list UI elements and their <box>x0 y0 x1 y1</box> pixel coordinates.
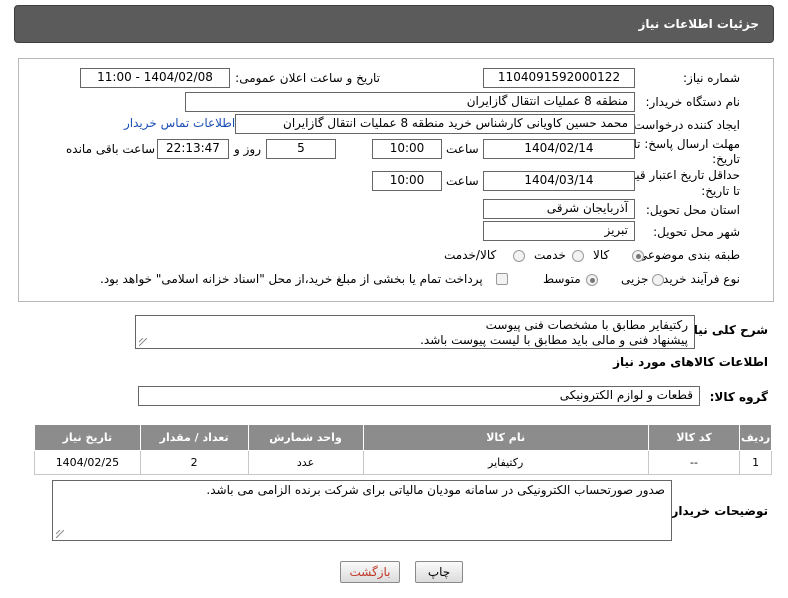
col-header-date: تاریخ نیاز <box>34 424 141 451</box>
remaining-time-field: 22:13:47 <box>157 139 229 159</box>
delivery-province-field: آذربایجان شرقی <box>483 199 635 219</box>
col-header-code: کد کالا <box>647 424 741 451</box>
col-header-name: نام کالا <box>362 424 649 451</box>
col-header-row: ردیف <box>739 424 772 451</box>
purchase-type-radio-medium[interactable] <box>586 274 598 286</box>
page-title: جزئیات اطلاعات نیاز <box>638 17 759 31</box>
price-validity-time-label: ساعت <box>446 174 479 188</box>
buyer-notes-text: صدور صورتحساب الکترونیکی در سامانه مودیا… <box>206 483 665 497</box>
buyer-contact-link[interactable]: اطلاعات تماس خریدار <box>124 116 235 130</box>
cell-row: 1 <box>739 450 772 475</box>
general-description-field[interactable]: رکتیفایر مطابق با مشخصات فنی پیوست پیشنه… <box>135 315 695 349</box>
cell-date: 1404/02/25 <box>34 450 141 475</box>
remaining-time-label: ساعت باقی مانده <box>66 142 156 156</box>
treasury-bonds-note: پرداخت تمام یا بخشی از مبلغ خرید،از محل … <box>100 272 483 286</box>
col-header-unit: واحد شمارش <box>247 424 364 451</box>
print-button[interactable]: چاپ <box>415 561 463 583</box>
category-radio-goods-service[interactable] <box>513 250 525 262</box>
response-days-label: روز و <box>234 142 261 156</box>
category-radio-goods[interactable] <box>632 250 644 262</box>
cell-unit: عدد <box>247 450 364 475</box>
announce-datetime-label: تاریخ و ساعت اعلان عمومی: <box>235 71 380 85</box>
category-option-goods-service: کالا/خدمت <box>444 248 497 262</box>
category-option-service: خدمت <box>534 248 566 262</box>
cell-name: رکتیفایر <box>362 450 649 475</box>
need-number-label: شماره نیاز: <box>683 71 740 85</box>
general-description-line-1: رکتیفایر مطابق با مشخصات فنی پیوست <box>485 318 688 332</box>
cell-qty: 2 <box>139 450 249 475</box>
resize-grip-icon[interactable] <box>56 530 64 538</box>
col-header-qty: تعداد / مقدار <box>139 424 249 451</box>
goods-info-title: اطلاعات کالاهای مورد نیاز <box>613 355 768 369</box>
delivery-city-field: تبریز <box>483 221 635 241</box>
table-row: 1 -- رکتیفایر عدد 2 1404/02/25 <box>34 450 772 475</box>
purchase-type-label: نوع فرآیند خرید : <box>655 272 740 286</box>
buyer-org-field: منطقه 8 عملیات انتقال گازایران <box>185 92 635 112</box>
price-validity-label-2: تا تاریخ: <box>701 184 740 198</box>
delivery-city-label: شهر محل تحویل: <box>653 225 740 239</box>
goods-group-field: قطعات و لوازم الکترونیکی <box>138 386 700 406</box>
back-button[interactable]: بازگشت <box>340 561 400 583</box>
cell-code: -- <box>647 450 741 475</box>
response-deadline-label-2: تاریخ: <box>712 152 740 166</box>
goods-table: ردیف کد کالا نام کالا واحد شمارش تعداد /… <box>34 424 772 475</box>
response-deadline-label-1: مهلت ارسال پاسخ: تا <box>633 137 740 151</box>
category-radio-service[interactable] <box>572 250 584 262</box>
category-label: طبقه بندی موضوعی: <box>633 248 740 262</box>
response-time-field: 10:00 <box>372 139 442 159</box>
announce-datetime-field: 1404/02/08 - 11:00 <box>80 68 230 88</box>
delivery-province-label: استان محل تحویل: <box>645 203 740 217</box>
buyer-org-label: نام دستگاه خریدار: <box>645 95 741 109</box>
response-days-field: 5 <box>266 139 336 159</box>
purchase-type-option-medium: متوسط <box>543 272 581 286</box>
response-time-label: ساعت <box>446 142 479 156</box>
response-date-field: 1404/02/14 <box>483 139 635 159</box>
goods-group-label: گروه کالا: <box>709 390 768 404</box>
treasury-bonds-checkbox[interactable] <box>496 273 508 285</box>
buyer-notes-field[interactable]: صدور صورتحساب الکترونیکی در سامانه مودیا… <box>52 480 672 541</box>
need-number-field: 1104091592000122 <box>483 68 635 88</box>
price-validity-time-field: 10:00 <box>372 171 442 191</box>
requester-label: ایجاد کننده درخواست: <box>629 118 740 132</box>
resize-grip-icon[interactable] <box>139 338 147 346</box>
category-option-goods: کالا <box>593 248 610 262</box>
buyer-notes-label: توضیحات خریدار: <box>666 504 768 518</box>
general-description-line-2: پیشنهاد فنی و مالی باید مطابق با لیست پی… <box>420 333 688 347</box>
price-validity-date-field: 1404/03/14 <box>483 171 635 191</box>
purchase-type-radio-minor[interactable] <box>652 274 664 286</box>
requester-field: محمد حسین کاویانی کارشناس خرید منطقه 8 ع… <box>235 114 635 134</box>
purchase-type-option-minor: جزیی <box>621 272 649 286</box>
page-header: جزئیات اطلاعات نیاز <box>14 5 774 43</box>
